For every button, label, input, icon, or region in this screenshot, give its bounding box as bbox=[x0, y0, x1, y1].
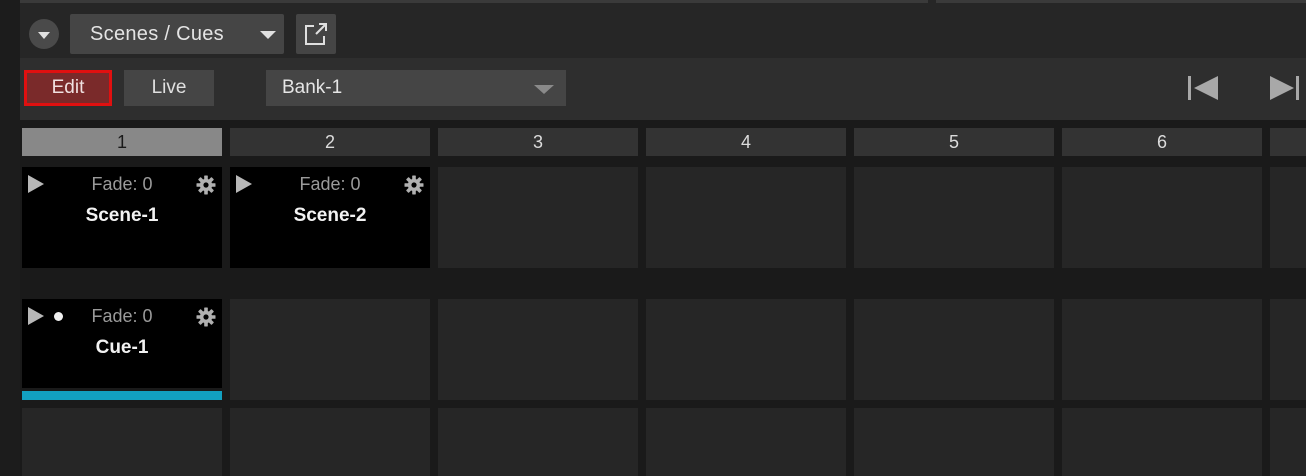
previous-button[interactable] bbox=[1184, 72, 1220, 104]
empty-slot[interactable] bbox=[854, 167, 1054, 268]
empty-slot[interactable] bbox=[438, 167, 638, 268]
bank-selector-dropdown[interactable]: Bank-1 bbox=[266, 70, 566, 106]
column-header[interactable]: 6 bbox=[1062, 128, 1262, 156]
divider bbox=[936, 0, 1306, 3]
gear-icon[interactable] bbox=[404, 175, 424, 195]
empty-slot[interactable] bbox=[1270, 167, 1306, 268]
empty-slot[interactable] bbox=[646, 299, 846, 400]
live-mode-button[interactable]: Live bbox=[124, 70, 214, 106]
gear-icon[interactable] bbox=[196, 307, 216, 327]
view-selector-dropdown[interactable]: Scenes / Cues bbox=[70, 14, 284, 54]
left-gutter bbox=[0, 0, 20, 476]
column-header[interactable] bbox=[1270, 128, 1306, 156]
empty-slot[interactable] bbox=[646, 408, 846, 476]
scene-tile[interactable]: Fade: 0 Scene-1 bbox=[22, 167, 222, 268]
view-selector-label: Scenes / Cues bbox=[90, 22, 224, 45]
empty-slot[interactable] bbox=[1062, 167, 1262, 268]
empty-slot[interactable] bbox=[438, 299, 638, 400]
empty-slot[interactable] bbox=[1062, 408, 1262, 476]
gear-icon[interactable] bbox=[196, 175, 216, 195]
empty-slot[interactable] bbox=[230, 408, 430, 476]
fade-label: Fade: 0 bbox=[299, 174, 361, 194]
empty-slot[interactable] bbox=[230, 299, 430, 400]
popout-button[interactable] bbox=[296, 14, 336, 54]
cue-tile[interactable]: Fade: 0 Cue-1 bbox=[22, 299, 222, 388]
scene-tile[interactable]: Fade: 0 Scene-2 bbox=[230, 167, 430, 268]
scene-name: Scene-2 bbox=[293, 205, 367, 226]
next-button[interactable] bbox=[1266, 72, 1302, 104]
collapse-toggle-button[interactable] bbox=[29, 19, 59, 49]
chevron-down-icon bbox=[38, 31, 50, 39]
empty-slot[interactable] bbox=[1062, 299, 1262, 400]
empty-slot[interactable] bbox=[854, 299, 1054, 400]
cue-progress-bar bbox=[22, 391, 222, 400]
edit-mode-button[interactable]: Edit bbox=[24, 70, 112, 106]
external-link-icon bbox=[305, 23, 327, 45]
fade-label: Fade: 0 bbox=[91, 174, 153, 194]
column-header[interactable]: 2 bbox=[230, 128, 430, 156]
column-header[interactable]: 4 bbox=[646, 128, 846, 156]
skip-next-icon bbox=[1270, 76, 1299, 100]
empty-slot[interactable] bbox=[22, 408, 222, 476]
chevron-down-icon bbox=[260, 31, 276, 39]
scene-name: Scene-1 bbox=[85, 205, 159, 226]
cue-name: Cue-1 bbox=[95, 337, 149, 358]
chevron-down-icon bbox=[534, 85, 554, 94]
empty-slot[interactable] bbox=[646, 167, 846, 268]
column-header[interactable]: 3 bbox=[438, 128, 638, 156]
divider bbox=[20, 0, 928, 3]
bank-selector-label: Bank-1 bbox=[282, 77, 343, 98]
empty-slot[interactable] bbox=[438, 408, 638, 476]
empty-slot[interactable] bbox=[1270, 299, 1306, 400]
column-header[interactable]: 1 bbox=[22, 128, 222, 156]
empty-slot[interactable] bbox=[1270, 408, 1306, 476]
column-header[interactable]: 5 bbox=[854, 128, 1054, 156]
fade-label: Fade: 0 bbox=[91, 306, 153, 326]
skip-previous-icon bbox=[1188, 76, 1218, 100]
empty-slot[interactable] bbox=[854, 408, 1054, 476]
